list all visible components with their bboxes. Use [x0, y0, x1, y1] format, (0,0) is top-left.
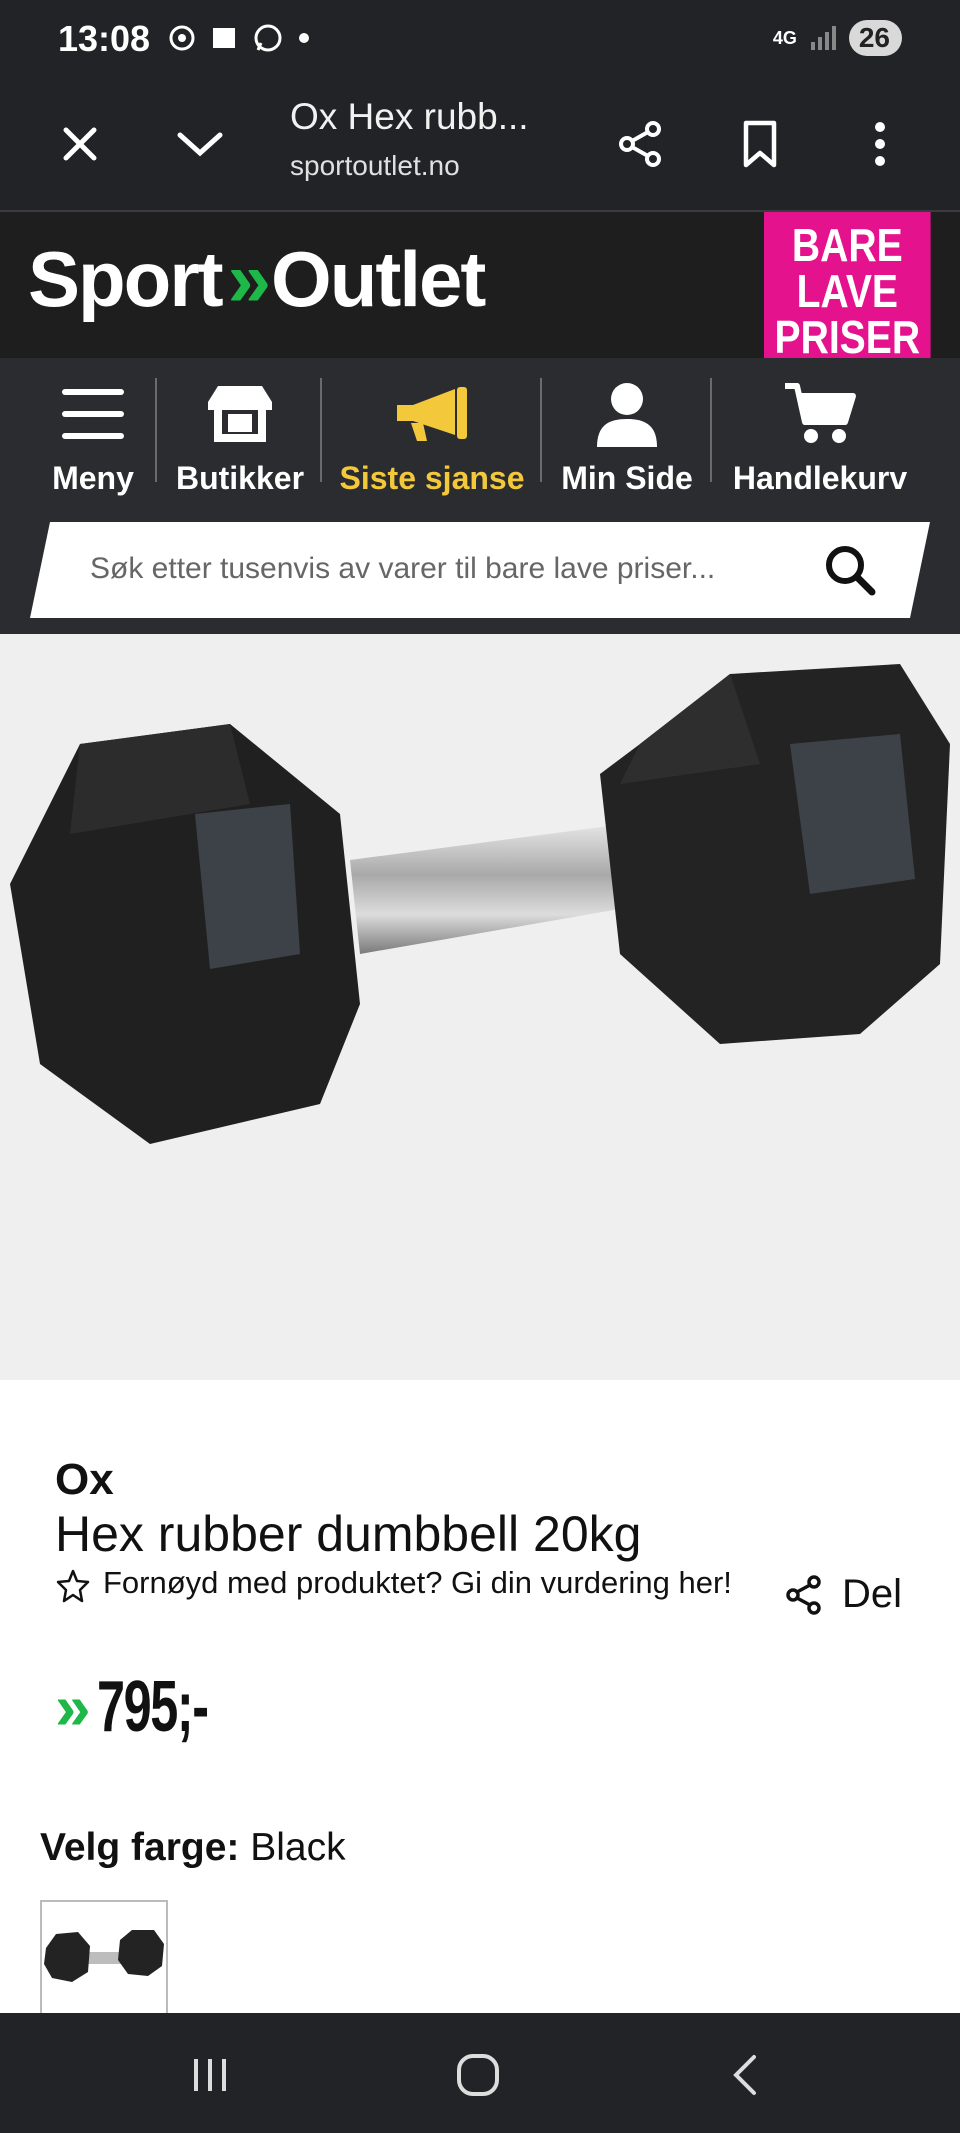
promo-line-2: LAVE — [796, 265, 898, 317]
close-icon — [63, 127, 97, 161]
search-input[interactable]: Søk etter tusenvis av varer til bare lav… — [30, 522, 930, 618]
user-icon — [597, 383, 657, 447]
site-header: Sport» Outlet BARE LAVE PRISER — [0, 212, 960, 372]
whatsapp-icon — [254, 24, 282, 52]
dot-icon — [299, 33, 309, 43]
nav-divider — [155, 378, 157, 482]
price-arrows: » — [55, 1671, 90, 1743]
chevron-down-icon — [177, 132, 223, 157]
nav-cart-label: Handlekurv — [732, 460, 908, 496]
nav-last-chance-label: Siste sjanse — [339, 460, 525, 496]
nav-last-chance[interactable]: Siste sjanse — [336, 358, 528, 508]
signal-icon — [810, 26, 836, 50]
nav-stores[interactable]: Butikker — [170, 358, 310, 508]
page-title[interactable]: Ox Hex rubb... — [290, 96, 529, 138]
product-brand[interactable]: Ox — [55, 1455, 114, 1505]
dumbbell-thumbnail — [44, 1930, 164, 1982]
menu-icon — [62, 389, 124, 439]
color-label: Velg farge: — [40, 1826, 240, 1869]
close-tab-button[interactable] — [48, 112, 112, 176]
nav-menu[interactable]: Meny — [40, 358, 146, 508]
star-outline-icon — [56, 1569, 90, 1603]
nav-my-page-label: Min Side — [561, 460, 693, 496]
browser-toolbar: Ox Hex rubb... sportoutlet.no — [0, 82, 960, 212]
sportoutlet-logo[interactable]: Sport» Outlet — [28, 234, 486, 325]
nav-my-page[interactable]: Min Side — [560, 358, 694, 508]
home-icon[interactable] — [456, 2053, 500, 2097]
nav-divider — [540, 378, 542, 482]
dumbbell-image — [10, 664, 950, 1144]
color-swatch-black[interactable] — [40, 1900, 168, 2024]
promo-line-3: PRISER — [774, 311, 921, 363]
bookmark-button[interactable] — [728, 112, 792, 176]
search-bar: Søk etter tusenvis av varer til bare lav… — [0, 508, 960, 634]
nav-divider — [710, 378, 712, 482]
more-vert-icon — [875, 122, 885, 166]
system-nav-bar — [0, 2013, 960, 2133]
search-placeholder: Søk etter tusenvis av varer til bare lav… — [90, 552, 716, 585]
logo-arrows: » — [227, 235, 272, 323]
network-type: 4G — [772, 27, 797, 48]
store-icon — [208, 386, 272, 442]
battery-level: 26 — [848, 20, 902, 56]
share-button[interactable] — [608, 112, 672, 176]
back-icon[interactable] — [730, 2053, 760, 2097]
selected-color: Black — [250, 1826, 346, 1869]
nav-stores-label: Butikker — [175, 460, 305, 496]
recent-apps-icon[interactable] — [190, 2055, 230, 2095]
minimize-button[interactable] — [168, 112, 232, 176]
megaphone-icon — [397, 387, 467, 441]
chrome-icon — [169, 25, 195, 51]
promo-badge: BARE LAVE PRISER — [764, 212, 931, 372]
color-selector-label: Velg farge: Black — [40, 1826, 346, 1870]
nav-divider — [320, 378, 322, 482]
rating-prompt[interactable]: Fornøyd med produktet? Gi din vurdering … — [55, 1565, 735, 1604]
rating-prompt-text: Fornøyd med produktet? Gi din vurdering … — [103, 1565, 732, 1600]
product-price: » 795;- — [55, 1666, 255, 1748]
bookmark-icon — [743, 120, 777, 168]
image-icon — [213, 28, 235, 48]
logo-text-right: Outlet — [271, 235, 486, 323]
product-image[interactable] — [0, 634, 960, 1380]
page-url[interactable]: sportoutlet.no — [290, 150, 460, 182]
search-icon[interactable] — [822, 542, 878, 598]
more-options-button[interactable] — [848, 112, 912, 176]
nav-cart[interactable]: Handlekurv — [728, 358, 912, 508]
product-name: Hex rubber dumbbell 20kg — [55, 1506, 642, 1562]
cart-icon — [785, 383, 856, 443]
share-label: Del — [842, 1572, 903, 1616]
share-icon — [786, 1574, 821, 1615]
nav-menu-label: Meny — [52, 460, 134, 496]
promo-line-1: BARE — [791, 219, 903, 271]
status-bar: 13:08 4G 26 — [0, 0, 960, 82]
notification-icons — [168, 22, 310, 54]
share-icon — [619, 121, 661, 167]
site-nav: Meny Butikker Siste sjanse Min Side Hand… — [0, 358, 960, 508]
share-product-button[interactable]: Del — [784, 1572, 902, 1617]
price-value: 795;- — [96, 1667, 209, 1747]
status-time: 13:08 — [58, 18, 151, 59]
logo-text-left: Sport — [28, 235, 224, 323]
